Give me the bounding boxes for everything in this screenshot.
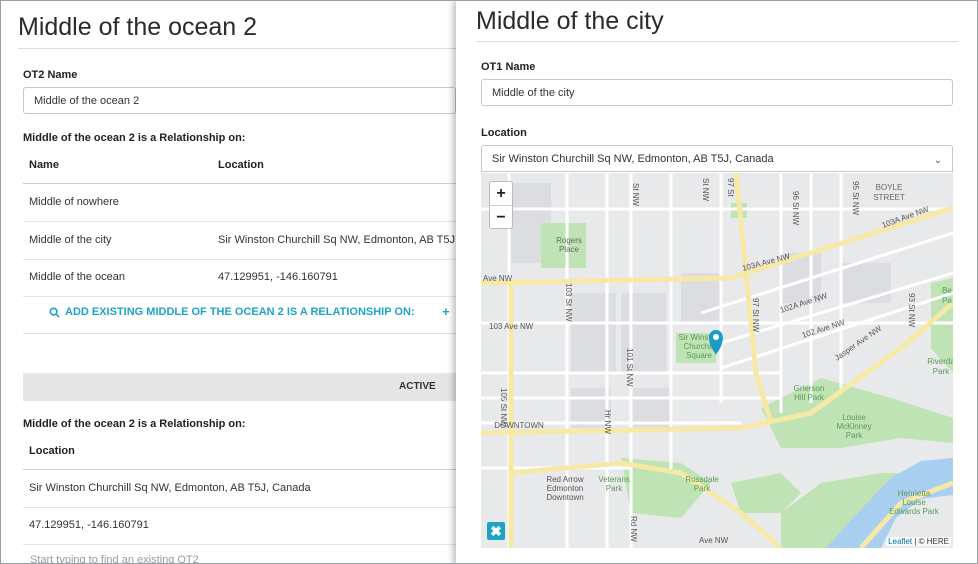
location-label: Location	[481, 127, 527, 139]
close-icon[interactable]: ✖	[487, 522, 505, 540]
map-label: Henrietta	[898, 489, 931, 498]
panel-title-divider	[476, 41, 958, 42]
ot2-name-label: OT2 Name	[23, 69, 78, 81]
map-label: BOYLE	[876, 183, 903, 192]
map-label: Square	[686, 351, 712, 360]
map-label: Louise	[842, 413, 866, 422]
title-divider	[18, 48, 456, 49]
map-label: Edmonton	[547, 484, 583, 493]
location-map[interactable]: Ave NW 103 Ave NW 103A Ave NW 103A Ave N…	[481, 173, 953, 548]
map-label: Rd NW	[629, 516, 638, 542]
map-label: 97 St NW	[751, 298, 760, 333]
table-row[interactable]: Middle of the city Sir Winston Churchill…	[23, 222, 469, 260]
location-select[interactable]: Sir Winston Churchill Sq NW, Edmonton, A…	[481, 145, 953, 172]
map-label: 96 St NW	[791, 191, 800, 226]
chevron-down-icon: ⌄	[933, 155, 942, 166]
row-location: 47.129951, -146.160791	[218, 271, 338, 283]
record-detail-panel: Middle of the city OT1 Name Middle of th…	[456, 1, 977, 563]
map-label: Downtown	[546, 493, 583, 502]
column-header-location[interactable]: Location	[218, 159, 264, 171]
relationship-section-label: Middle of the ocean 2 is a Relationship …	[23, 132, 246, 144]
leaflet-link[interactable]: Leaflet	[888, 537, 912, 546]
zoom-in-button[interactable]: +	[490, 182, 512, 206]
row-location: Sir Winston Churchill Sq NW, Edmonton, A…	[218, 234, 470, 246]
ot1-name-label: OT1 Name	[481, 61, 536, 73]
map-label: Riverda	[927, 357, 953, 366]
background-record-panel: Middle of the ocean 2 OT2 Name Middle of…	[1, 1, 469, 563]
map-tiles: Ave NW 103 Ave NW 103A Ave NW 103A Ave N…	[481, 173, 953, 548]
map-label: Grierson	[794, 384, 825, 393]
row-name: Middle of nowhere	[29, 196, 119, 208]
ot2-name-input[interactable]: Middle of the ocean 2	[23, 87, 456, 114]
row-name: Middle of the city	[29, 234, 112, 246]
relationship-section-label-2: Middle of the ocean 2 is a Relationship …	[23, 418, 246, 430]
table-row[interactable]: Middle of nowhere	[23, 184, 456, 222]
map-label: 97 St	[726, 178, 735, 197]
map-label: 93 St NW	[907, 293, 916, 328]
search-icon	[49, 306, 60, 318]
row-location: Sir Winston Churchill Sq NW, Edmonton, A…	[29, 482, 311, 494]
map-label: Park	[933, 367, 950, 376]
map-label: Place	[559, 245, 580, 254]
map-label: 103 Ave NW	[489, 322, 534, 331]
ot1-name-input[interactable]: Middle of the city	[481, 79, 953, 106]
map-label: Rogers	[556, 236, 582, 245]
map-label: Red Arrow	[546, 475, 584, 484]
active-tab[interactable]: ACTIVE	[23, 373, 456, 401]
map-label: Hill Park	[794, 393, 825, 402]
map-label: Rossdale	[685, 475, 719, 484]
column-header-location-2[interactable]: Location	[29, 445, 75, 457]
map-label: Edwards Park	[889, 507, 940, 516]
page-title: Middle of the ocean 2	[18, 13, 258, 41]
map-label: Pa	[942, 296, 952, 305]
map-label: 95 St NW	[851, 181, 860, 216]
map-label: 101 St NW	[625, 348, 634, 387]
map-label: Ave NW	[483, 274, 513, 283]
table-row[interactable]: Sir Winston Churchill Sq NW, Edmonton, A…	[23, 470, 456, 508]
map-label: Park	[694, 484, 711, 493]
add-plus-icon[interactable]: +	[442, 304, 450, 319]
app-frame: Middle of the ocean 2 OT2 Name Middle of…	[0, 0, 978, 564]
attribution-text: | © HERE	[912, 537, 949, 546]
zoom-out-button[interactable]: −	[490, 206, 512, 229]
table-row[interactable]: 47.129951, -146.160791	[23, 507, 456, 545]
map-label: Ave NW	[699, 536, 729, 545]
add-existing-relationship-link[interactable]: ADD EXISTING MIDDLE OF THE OCEAN 2 IS A …	[49, 306, 415, 318]
map-label: Park	[606, 484, 623, 493]
location-select-value: Sir Winston Churchill Sq NW, Edmonton, A…	[492, 152, 774, 165]
add-existing-label: ADD EXISTING MIDDLE OF THE OCEAN 2 IS A …	[65, 306, 415, 318]
map-label: Park	[846, 431, 863, 440]
map-label: Louise	[902, 498, 926, 507]
map-label: STREET	[873, 193, 905, 202]
map-label: St NW	[631, 183, 640, 207]
row-location: 47.129951, -146.160791	[29, 519, 149, 531]
ot2-search-input[interactable]: Start typing to find an existing OT2	[30, 554, 199, 563]
table-row[interactable]: Middle of the ocean 47.129951, -146.1607…	[23, 259, 456, 297]
map-label: DOWNTOWN	[494, 421, 544, 430]
map-label: Hr NW	[603, 410, 612, 434]
map-label: Veterans	[598, 475, 630, 484]
column-header-name[interactable]: Name	[29, 159, 59, 171]
map-zoom-control: + −	[489, 181, 513, 229]
section-divider	[23, 333, 456, 334]
map-attribution: Leaflet | © HERE	[886, 537, 951, 546]
map-label: 103 St NW	[564, 283, 573, 322]
map-label: St NW	[701, 178, 710, 202]
panel-title: Middle of the city	[476, 7, 664, 35]
row-name: Middle of the ocean	[29, 271, 126, 283]
active-tab-label: ACTIVE	[399, 381, 436, 392]
map-label: Be	[942, 286, 952, 295]
map-label: McKinney	[836, 422, 871, 431]
